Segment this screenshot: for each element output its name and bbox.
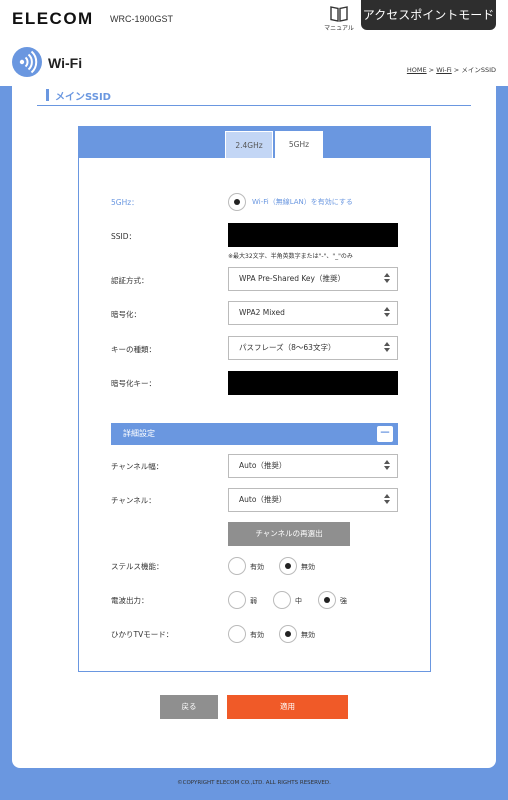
auth-label: 認証方式： <box>111 276 149 285</box>
section-title-marker <box>46 89 49 101</box>
power-low-radio[interactable] <box>228 591 246 609</box>
page-title: Wi-Fi <box>48 55 83 71</box>
hikari-tv-disable-label: 無効 <box>301 631 315 639</box>
title-bar: Wi-Fi HOME > Wi-Fi > メインSSID <box>0 40 508 86</box>
channel-width-select[interactable]: Auto（推奨） <box>228 454 398 478</box>
tab-5ghz[interactable]: 5GHz <box>275 131 323 158</box>
channel-label: チャンネル： <box>111 496 156 505</box>
radio-selected-dot <box>285 563 291 569</box>
stealth-disable-radio[interactable] <box>279 557 297 575</box>
channel-value: Auto（推奨） <box>239 495 287 504</box>
chevron-up-down-icon <box>383 460 391 470</box>
manual-button[interactable]: マニュアル <box>322 5 356 32</box>
encryption-select[interactable]: WPA2 Mixed <box>228 301 398 325</box>
auth-value: WPA Pre-Shared Key（推奨） <box>239 274 345 283</box>
power-high-radio[interactable] <box>318 591 336 609</box>
channel-select[interactable]: Auto（推奨） <box>228 488 398 512</box>
power-label: 電波出力： <box>111 596 149 605</box>
auth-select[interactable]: WPA Pre-Shared Key（推奨） <box>228 267 398 291</box>
stealth-enable-label: 有効 <box>250 563 264 571</box>
band-label: 5GHz： <box>111 198 139 207</box>
wifi-badge <box>12 47 42 77</box>
ssid-label: SSID： <box>111 232 137 241</box>
access-point-mode-button[interactable]: アクセスポイントモード <box>361 0 496 30</box>
footer-copyright: ©COPYRIGHT ELECOM CO.,LTD. ALL RIGHTS RE… <box>177 780 331 786</box>
ssid-input[interactable] <box>228 223 398 247</box>
wifi-enable-label: Wi-Fi（無線LAN）を有効にする <box>252 198 353 206</box>
power-mid-radio[interactable] <box>273 591 291 609</box>
stealth-disable-label: 無効 <box>301 563 315 571</box>
chevron-up-down-icon <box>383 307 391 317</box>
elecom-logo[interactable]: ELECOM <box>12 9 94 29</box>
channel-reselect-button[interactable]: チャンネルの再選出 <box>228 522 350 546</box>
breadcrumb-home[interactable]: HOME <box>407 66 427 74</box>
settings-form: 2.4GHz 5GHz 5GHz： Wi-Fi（無線LAN）を有効にする SSI… <box>78 126 431 672</box>
channel-width-value: Auto（推奨） <box>239 461 287 470</box>
main-panel: メインSSID 2.4GHz 5GHz 5GHz： Wi-Fi（無線LAN）を有… <box>12 86 496 768</box>
encryption-label: 暗号化： <box>111 310 141 319</box>
section-header: メインSSID <box>37 86 471 106</box>
advanced-settings-label: 詳細設定 <box>123 429 155 438</box>
key-type-label: キーの種類： <box>111 345 156 354</box>
stealth-enable-radio[interactable] <box>228 557 246 575</box>
wifi-icon <box>19 50 38 74</box>
breadcrumb: HOME > Wi-Fi > メインSSID <box>407 64 496 74</box>
apply-button[interactable]: 適用 <box>227 695 348 719</box>
breadcrumb-separator: > <box>426 66 437 74</box>
manual-book-icon <box>330 6 348 22</box>
chevron-up-down-icon <box>383 273 391 283</box>
key-label: 暗号化キー： <box>111 379 156 388</box>
hikari-tv-label: ひかりTVモード： <box>111 630 174 639</box>
power-high-label: 強 <box>340 597 347 605</box>
hikari-tv-disable-radio[interactable] <box>279 625 297 643</box>
chevron-up-down-icon <box>383 342 391 352</box>
section-title: メインSSID <box>55 92 111 103</box>
tab-2-4ghz[interactable]: 2.4GHz <box>225 131 273 158</box>
wifi-enable-radio[interactable] <box>228 193 246 211</box>
advanced-settings-bar[interactable]: 詳細設定 － <box>111 423 398 445</box>
hikari-tv-enable-label: 有効 <box>250 631 264 639</box>
key-type-value: パスフレーズ（8～63文字） <box>239 343 336 352</box>
ssid-note: ※最大32文字、半角英数字または"-"、"_"のみ <box>228 253 353 260</box>
top-bar: ELECOM WRC-1900GST マニュアル アクセスポイントモード <box>0 0 508 40</box>
encryption-value: WPA2 Mixed <box>239 308 285 317</box>
power-low-label: 弱 <box>250 597 257 605</box>
radio-selected-dot <box>285 631 291 637</box>
hikari-tv-enable-radio[interactable] <box>228 625 246 643</box>
stealth-label: ステルス機能： <box>111 562 164 571</box>
back-button[interactable]: 戻る <box>160 695 218 719</box>
key-type-select[interactable]: パスフレーズ（8～63文字） <box>228 336 398 360</box>
breadcrumb-wifi[interactable]: Wi-Fi <box>436 66 452 74</box>
radio-selected-dot <box>234 199 240 205</box>
key-input[interactable] <box>228 371 398 395</box>
collapse-toggle-button[interactable]: － <box>377 426 393 442</box>
manual-label: マニュアル <box>324 25 354 32</box>
band-tabs: 2.4GHz 5GHz <box>79 127 430 158</box>
breadcrumb-separator: > <box>451 66 462 74</box>
breadcrumb-current: メインSSID <box>461 66 496 74</box>
power-mid-label: 中 <box>295 597 302 605</box>
radio-selected-dot <box>324 597 330 603</box>
chevron-up-down-icon <box>383 494 391 504</box>
channel-width-label: チャンネル幅： <box>111 462 164 471</box>
model-name: WRC-1900GST <box>110 14 174 24</box>
